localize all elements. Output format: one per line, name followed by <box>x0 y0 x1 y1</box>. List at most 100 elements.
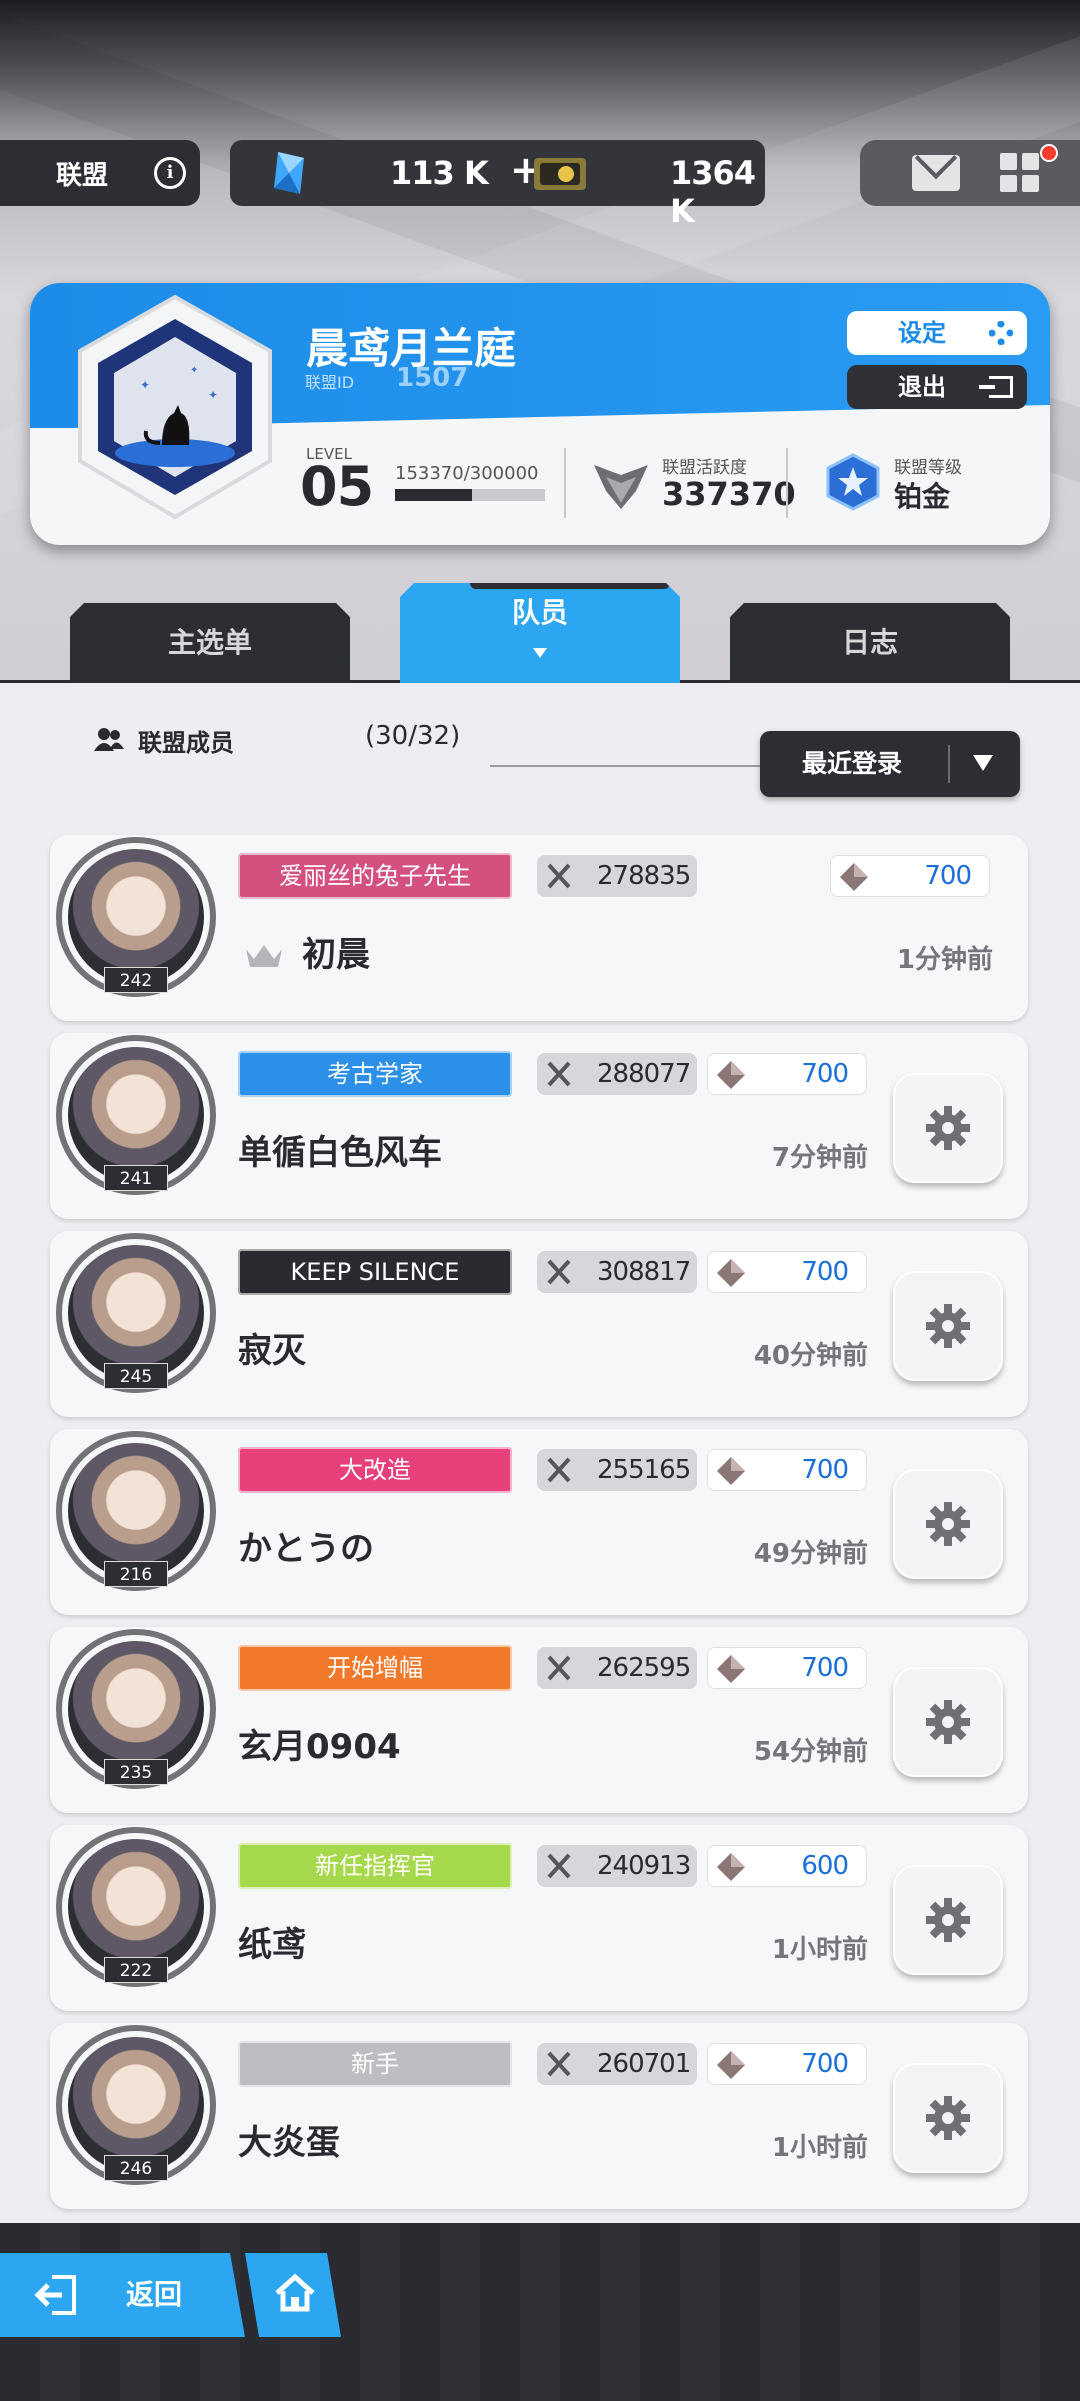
member-row[interactable]: 246 新手 260701 700 大炎蛋 1小时前 <box>50 2023 1028 2209</box>
avatar[interactable] <box>68 1443 204 1579</box>
last-login-time: 1小时前 <box>771 1935 868 1965</box>
info-icon[interactable]: i <box>154 157 186 189</box>
settings-button[interactable]: 设定 <box>847 311 1027 355</box>
contribution: 600 <box>707 1845 867 1887</box>
avatar[interactable] <box>68 1641 204 1777</box>
last-login-time: 7分钟前 <box>771 1143 868 1173</box>
member-level: 245 <box>104 1363 168 1389</box>
member-name: 大炎蛋 <box>238 2123 340 2163</box>
member-level: 241 <box>104 1165 168 1191</box>
diamond-icon <box>717 1061 745 1089</box>
member-row[interactable]: 245 KEEP SILENCE 308817 700 寂灭 40分钟前 <box>50 1231 1028 1417</box>
svg-text:✦: ✦ <box>140 378 150 392</box>
member-name: 玄月0904 <box>238 1727 401 1767</box>
tab-main-menu[interactable]: 主选单 <box>70 603 350 683</box>
contribution: 700 <box>707 1449 867 1491</box>
member-settings-button[interactable] <box>893 2063 1003 2173</box>
back-icon <box>34 2275 76 2315</box>
contribution: 700 <box>707 1053 867 1095</box>
tab-log[interactable]: 日志 <box>730 603 1010 683</box>
avatar[interactable] <box>68 849 204 985</box>
guild-info-card: ✦ ✦ ✦ 晨鸢月兰庭 联盟ID 1507 设定 退出 LEVEL 05 15337… <box>30 283 1050 545</box>
member-row[interactable]: 222 新任指挥官 240913 600 纸鸢 1小时前 <box>50 1825 1028 2011</box>
last-login-time: 1小时前 <box>771 2133 868 2163</box>
crossed-swords-icon <box>547 2051 571 2077</box>
last-login-time: 54分钟前 <box>753 1737 868 1767</box>
member-row[interactable]: 216 大改造 255165 700 かとうの 49分钟前 <box>50 1429 1028 1615</box>
home-button[interactable] <box>245 2253 341 2337</box>
last-login-time: 1分钟前 <box>896 945 993 975</box>
avatar[interactable] <box>68 1245 204 1381</box>
members-icon <box>94 728 124 751</box>
contribution-value: 700 <box>801 1257 849 1287</box>
member-settings-button[interactable] <box>893 1271 1003 1381</box>
home-icon <box>275 2273 315 2312</box>
guild-emblem: ✦ ✦ ✦ <box>78 294 272 520</box>
crossed-swords-icon <box>547 1853 571 1879</box>
member-level: 246 <box>104 2155 168 2181</box>
tab-members[interactable]: 队员 <box>400 583 680 683</box>
member-name: 寂灭 <box>238 1331 306 1371</box>
member-settings-button[interactable] <box>893 1469 1003 1579</box>
gear-icon <box>989 321 1013 345</box>
member-name: 纸鸢 <box>238 1925 306 1965</box>
svg-text:✦: ✦ <box>208 388 218 402</box>
contribution-value: 700 <box>801 1653 849 1683</box>
contribution: 700 <box>707 2043 867 2085</box>
avatar[interactable] <box>68 2037 204 2173</box>
avatar[interactable] <box>68 1047 204 1183</box>
guild-id-value: 1507 <box>396 363 469 393</box>
exp-progress-bar <box>395 489 545 501</box>
combat-power: 255165 <box>537 1449 697 1491</box>
exp-progress-fill <box>395 489 472 501</box>
notification-dot <box>1040 144 1058 162</box>
resource-bar: 113 K + 1364 K <box>230 140 765 230</box>
coins-value: 1364 K <box>670 154 756 230</box>
member-level: 242 <box>104 967 168 993</box>
avatar[interactable] <box>68 1839 204 1975</box>
member-title-badge: 开始增幅 <box>238 1645 512 1691</box>
sort-dropdown[interactable]: 最近登录 <box>760 731 1020 797</box>
member-row[interactable]: 235 开始增幅 262595 700 玄月0904 54分钟前 <box>50 1627 1028 1813</box>
gem-icon <box>274 152 304 194</box>
crossed-swords-icon <box>547 1259 571 1285</box>
member-row[interactable]: 241 考古学家 288077 700 单循白色风车 7分钟前 <box>50 1033 1028 1219</box>
members-label: 联盟成员 <box>138 729 234 757</box>
member-level: 235 <box>104 1759 168 1785</box>
menu-grid-icon[interactable] <box>1000 153 1040 193</box>
guild-id-label: 联盟ID <box>305 373 355 392</box>
member-title-badge: KEEP SILENCE <box>238 1249 512 1295</box>
exit-icon <box>979 376 1013 398</box>
member-settings-button[interactable] <box>893 1073 1003 1183</box>
crossed-swords-icon <box>547 1061 571 1087</box>
combat-power: 262595 <box>537 1647 697 1689</box>
exit-button[interactable]: 退出 <box>847 365 1027 409</box>
bottom-bar: 返回 <box>0 2223 1080 2401</box>
member-row[interactable]: 242 爱丽丝的兔子先生 278835 700 初晨 1分钟前 <box>50 835 1028 1021</box>
contribution-value: 700 <box>924 861 972 891</box>
contribution: 700 <box>707 1251 867 1293</box>
combat-power: 240913 <box>537 1845 697 1887</box>
activity-wings-icon <box>594 465 648 509</box>
contribution-value: 600 <box>801 1851 849 1881</box>
member-settings-button[interactable] <box>893 1667 1003 1777</box>
diamond-icon <box>717 1259 745 1287</box>
mail-icon[interactable] <box>912 155 960 191</box>
contribution-value: 700 <box>801 1455 849 1485</box>
combat-power: 260701 <box>537 2043 697 2085</box>
members-count: (30/32) <box>365 721 461 751</box>
contribution: 700 <box>830 855 990 897</box>
member-title-badge: 新手 <box>238 2041 512 2087</box>
member-settings-button[interactable] <box>893 1865 1003 1975</box>
combat-power: 288077 <box>537 1053 697 1095</box>
contribution-value: 700 <box>801 2049 849 2079</box>
back-button[interactable]: 返回 <box>0 2253 245 2337</box>
divider <box>786 448 788 518</box>
combat-power-value: 262595 <box>597 1653 691 1683</box>
svg-text:✦: ✦ <box>190 365 198 376</box>
diamond-icon <box>840 863 868 891</box>
divider <box>564 448 566 518</box>
member-name: 单循白色风车 <box>238 1133 442 1173</box>
diamond-icon <box>717 1457 745 1485</box>
crossed-swords-icon <box>547 1655 571 1681</box>
